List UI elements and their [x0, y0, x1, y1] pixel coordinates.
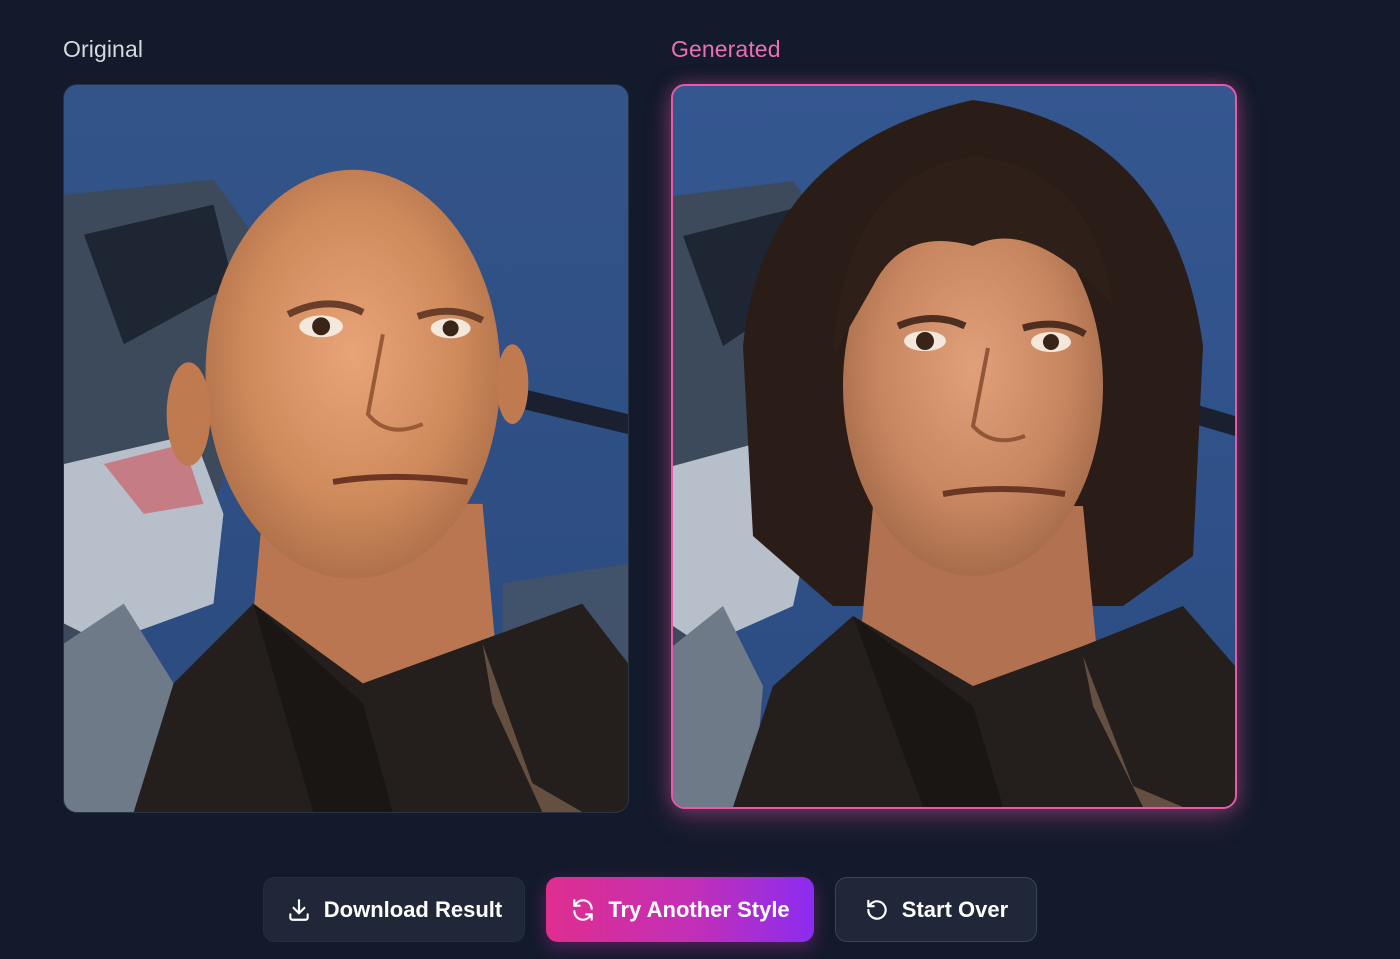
- generated-portrait-photo: [673, 86, 1235, 807]
- generated-label: Generated: [671, 36, 781, 62]
- original-label: Original: [63, 36, 144, 62]
- result-comparison-view: Original Generated Download Result Try A…: [0, 0, 1400, 959]
- download-icon: [289, 898, 309, 921]
- download-result-label: Download Result: [323, 896, 503, 922]
- refresh-icon: [573, 898, 594, 921]
- start-over-button[interactable]: Start Over: [835, 877, 1037, 942]
- try-another-style-label: Try Another Style: [608, 896, 790, 922]
- start-over-label: Start Over: [901, 896, 1009, 922]
- try-another-style-button[interactable]: Try Another Style: [546, 877, 814, 942]
- undo-icon: [867, 899, 887, 920]
- original-portrait-photo: [64, 85, 628, 812]
- original-image: [63, 84, 629, 813]
- download-result-button[interactable]: Download Result: [263, 877, 525, 942]
- generated-image: [671, 84, 1237, 809]
